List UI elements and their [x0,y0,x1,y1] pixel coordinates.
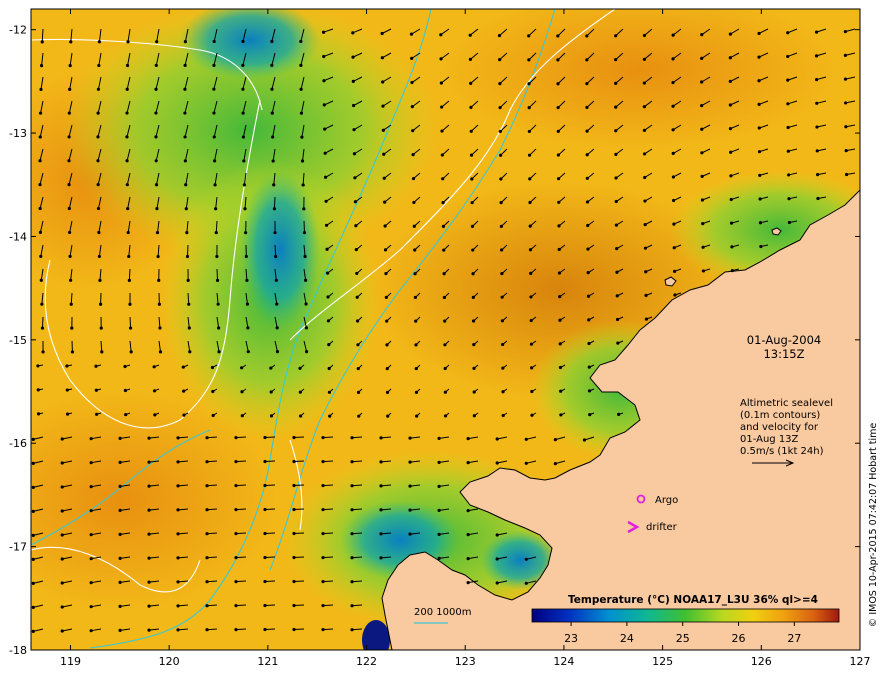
x-tick-label: 123 [455,655,476,668]
colorbar-tick-label: 26 [732,632,746,645]
altimetry-line-1: Altimetric sealevel [740,398,833,409]
credit-text: © IMOS 10-Apr-2015 07:42:07 Hobart time [868,423,879,628]
x-tick-label: 120 [159,655,180,668]
colorbar-tick-label: 27 [787,632,801,645]
y-tick-label: -18 [9,644,27,657]
cool-spot-north [180,9,320,80]
date-label: 01-Aug-2004 [747,333,821,347]
plot-area [31,9,860,650]
y-tick-label: -16 [9,437,27,450]
cool-spot-center [240,170,320,330]
sst-map: -12 -13 -14 -15 -16 -17 -18 119 120 121 122 123 124… [9,8,879,668]
argo-label: Argo [655,495,678,506]
colorbar-tick-label: 25 [676,632,690,645]
coldest-spot [362,620,390,650]
y-tick-label: -15 [9,334,27,347]
colorbar-title: Temperature (°C) NOAA17_L3U 36% ql>=4 [568,594,818,606]
altimetry-line-5: 0.5m/s (1kt 24h) [740,446,824,457]
x-tick-label: 124 [553,655,574,668]
y-tick-label: -13 [9,127,27,140]
bathymetry-label: 200 1000m [414,607,471,618]
drifter-label: drifter [646,522,678,533]
y-tick-label: -17 [9,541,27,554]
x-tick-label: 119 [60,655,81,668]
x-tick-label: 121 [257,655,278,668]
altimetry-line-2: (0.1m contours) [740,410,820,421]
colorbar-scale [531,608,840,623]
colorbar: Temperature (°C) NOAA17_L3U 36% ql>=4 23… [531,594,840,645]
time-label: 13:15Z [763,347,804,361]
y-tick-label: -14 [9,230,27,243]
colorbar-tick-label: 24 [620,632,634,645]
y-tick-label: -12 [9,24,27,37]
x-tick-label: 122 [356,655,377,668]
x-tick-label: 125 [652,655,673,668]
x-tick-label: 127 [850,655,871,668]
altimetry-line-4: 01-Aug 13Z [740,434,799,445]
altimetry-line-3: and velocity for [740,422,819,433]
x-tick-label: 126 [751,655,772,668]
colorbar-tick-label: 23 [564,632,578,645]
